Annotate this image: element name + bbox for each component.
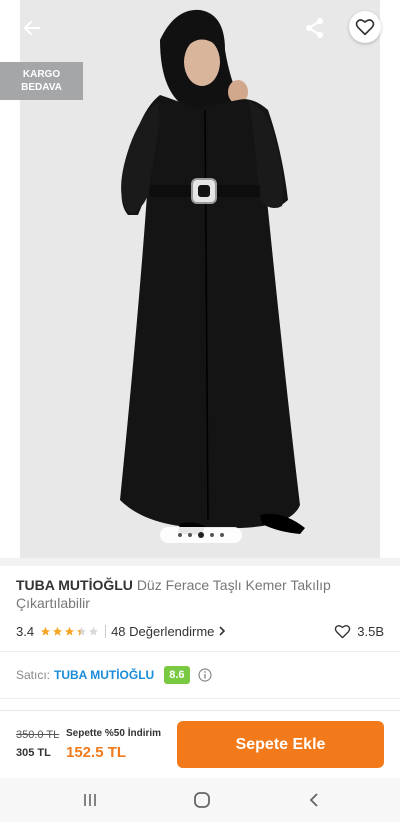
favorites-value: 3.5B — [357, 623, 384, 639]
heart-icon — [355, 19, 375, 36]
badge-line-1: KARGO — [22, 69, 61, 80]
reviews-link[interactable]: 48 Değerlendirme — [111, 624, 226, 639]
old-price: 350.0 TL — [16, 729, 60, 741]
system-back-button[interactable] — [302, 788, 326, 812]
star-full-icon — [52, 626, 63, 636]
home-icon — [194, 792, 210, 808]
share-button[interactable] — [300, 12, 330, 44]
share-icon — [306, 18, 323, 38]
star-full-icon — [40, 626, 51, 636]
info-icon — [197, 668, 212, 682]
divider — [0, 698, 400, 699]
cart-discount-label: Sepette %50 İndirim — [66, 728, 162, 739]
recent-apps-button[interactable] — [78, 788, 102, 812]
add-to-cart-bar: 350.0 TL 305 TL Sepette %50 İndirim 152.… — [0, 710, 400, 778]
rating-row: 3.4 48 Değerlendirme 3.5B — [16, 622, 384, 640]
seller-label: Satıcı: — [16, 668, 51, 682]
divider — [0, 651, 400, 652]
product-brand[interactable]: TUBA MUTİOĞLU — [16, 577, 133, 593]
favorite-button[interactable] — [349, 11, 381, 43]
seller-name-link[interactable]: TUBA MUTİOĞLU — [54, 668, 154, 682]
image-pagination[interactable] — [160, 527, 242, 543]
discounted-price: 305 TL — [16, 747, 51, 759]
rating-separator — [105, 624, 107, 638]
favorites-count[interactable]: 3.5B — [334, 624, 384, 639]
reviews-label: 48 Değerlendirme — [111, 623, 215, 639]
free-shipping-badge: KARGO BEDAVA — [0, 62, 83, 100]
pagination-dot-active[interactable] — [198, 532, 204, 538]
pagination-dot[interactable] — [188, 533, 192, 537]
product-image-gallery[interactable]: KARGO BEDAVA — [0, 0, 400, 558]
back-chevron-icon — [309, 793, 318, 807]
star-full-icon — [64, 626, 75, 636]
pagination-dot[interactable] — [220, 533, 224, 537]
back-button[interactable] — [16, 12, 48, 44]
arrow-left-icon — [24, 21, 40, 35]
add-to-cart-button[interactable]: Sepete Ekle — [177, 721, 384, 768]
section-divider — [0, 558, 400, 566]
seller-row: Satıcı: TUBA MUTİOĞLU 8.6 — [16, 664, 212, 686]
pagination-dot[interactable] — [178, 533, 182, 537]
rating-value: 3.4 — [16, 623, 35, 639]
rating-stars — [40, 626, 99, 637]
home-button[interactable] — [190, 788, 214, 812]
recent-apps-icon — [84, 794, 96, 806]
badge-line-2: BEDAVA — [21, 82, 62, 93]
seller-info-button[interactable] — [197, 668, 212, 682]
seller-score-badge: 8.6 — [164, 666, 190, 684]
heart-outline-icon — [334, 624, 351, 638]
cart-price: 152.5 TL — [66, 744, 127, 761]
product-title: TUBA MUTİOĞLU Düz Ferace Taşlı Kemer Tak… — [16, 576, 386, 612]
star-partial-icon — [76, 626, 87, 636]
pagination-dot[interactable] — [210, 533, 214, 537]
system-navigation-bar — [0, 778, 400, 822]
product-page: KARGO BEDAVA TUBA MUTİOĞLU Düz Ferace Ta… — [0, 0, 400, 822]
chevron-right-icon — [219, 626, 226, 636]
star-empty-icon — [88, 626, 99, 636]
